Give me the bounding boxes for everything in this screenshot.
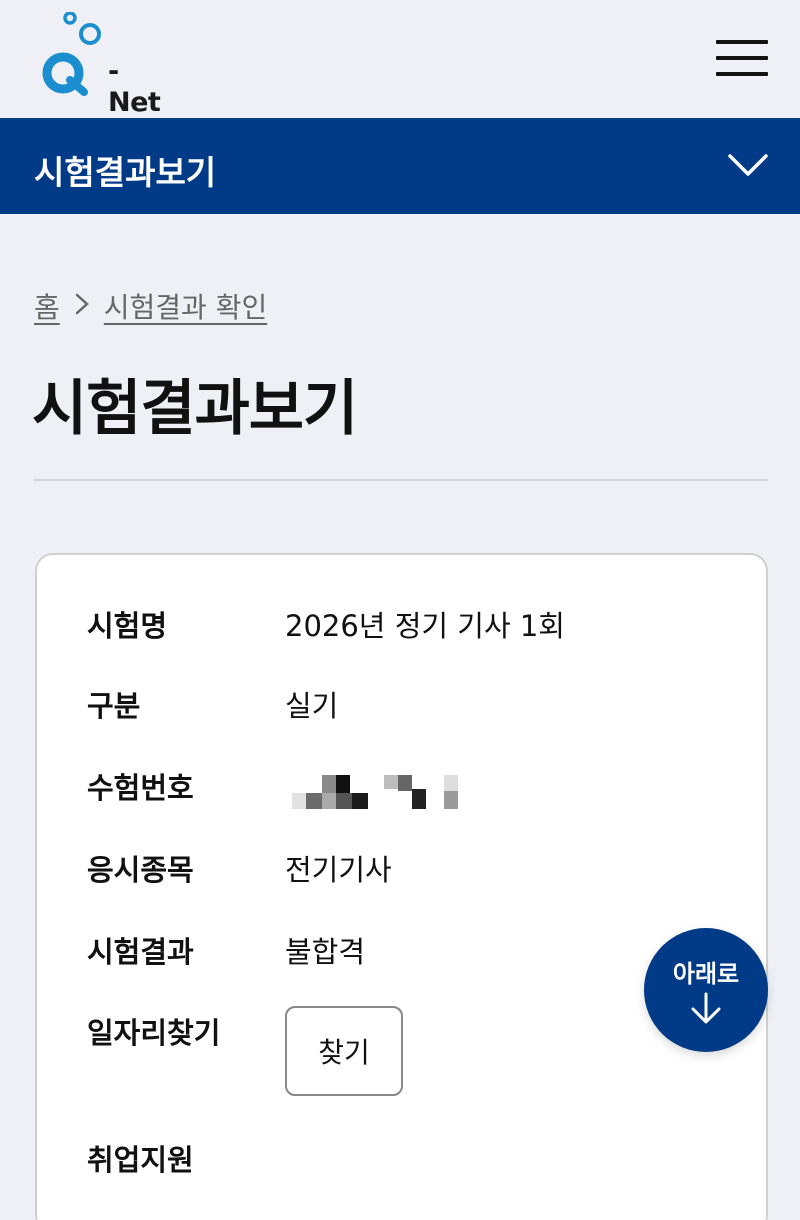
row-exam-name: 시험명 2026년 정기 기사 1회: [87, 603, 727, 647]
breadcrumb: 홈 시험결과 확인: [34, 286, 267, 326]
row-exam-number: 수험번호: [87, 765, 727, 809]
scroll-down-label: 아래로: [672, 960, 740, 988]
row-label: 구분: [87, 689, 141, 723]
row-job-search: 일자리찾기: [87, 1010, 727, 1054]
qnet-logo[interactable]: - Net: [40, 12, 170, 118]
breadcrumb-home-link[interactable]: 홈: [34, 286, 60, 326]
logo-text: - Net: [108, 56, 161, 118]
chevron-right-icon: [74, 290, 90, 323]
row-category: 구분 실기: [87, 683, 727, 727]
section-nav-title: 시험결과보기: [34, 153, 217, 192]
row-value: 2026년 정기 기사 1회: [285, 609, 565, 643]
row-label: 수험번호: [87, 771, 194, 805]
row-label: 시험결과: [87, 935, 194, 969]
scroll-down-button[interactable]: 아래로: [644, 928, 768, 1052]
row-value: 실기: [285, 689, 339, 723]
top-bar: - Net: [0, 0, 800, 118]
row-subject: 응시종목 전기기사: [87, 847, 727, 891]
row-label: 시험명: [87, 609, 168, 643]
find-job-button[interactable]: 찾기: [285, 1006, 403, 1096]
redacted-exam-number: [292, 775, 458, 809]
section-nav-dropdown[interactable]: 시험결과보기: [0, 118, 800, 214]
row-label: 응시종목: [87, 853, 194, 887]
title-divider: [34, 479, 768, 481]
row-result: 시험결과 불합격: [87, 929, 727, 973]
chevron-down-icon[interactable]: [726, 150, 770, 182]
row-value: 전기기사: [285, 853, 392, 887]
qnet-logo-icon: [42, 12, 101, 96]
hamburger-menu-icon[interactable]: [712, 36, 772, 80]
arrow-down-icon: [691, 992, 721, 1024]
row-value: 불합격: [285, 935, 366, 969]
row-label: 취업지원: [87, 1143, 194, 1177]
row-label: 일자리찾기: [87, 1016, 221, 1050]
breadcrumb-current-link[interactable]: 시험결과 확인: [104, 286, 267, 326]
result-card: 시험명 2026년 정기 기사 1회 구분 실기 수험번호 응시종목 전기기사 …: [35, 553, 768, 1220]
page-title: 시험결과보기: [32, 374, 358, 444]
row-employment-support: 취업지원: [87, 1137, 727, 1181]
